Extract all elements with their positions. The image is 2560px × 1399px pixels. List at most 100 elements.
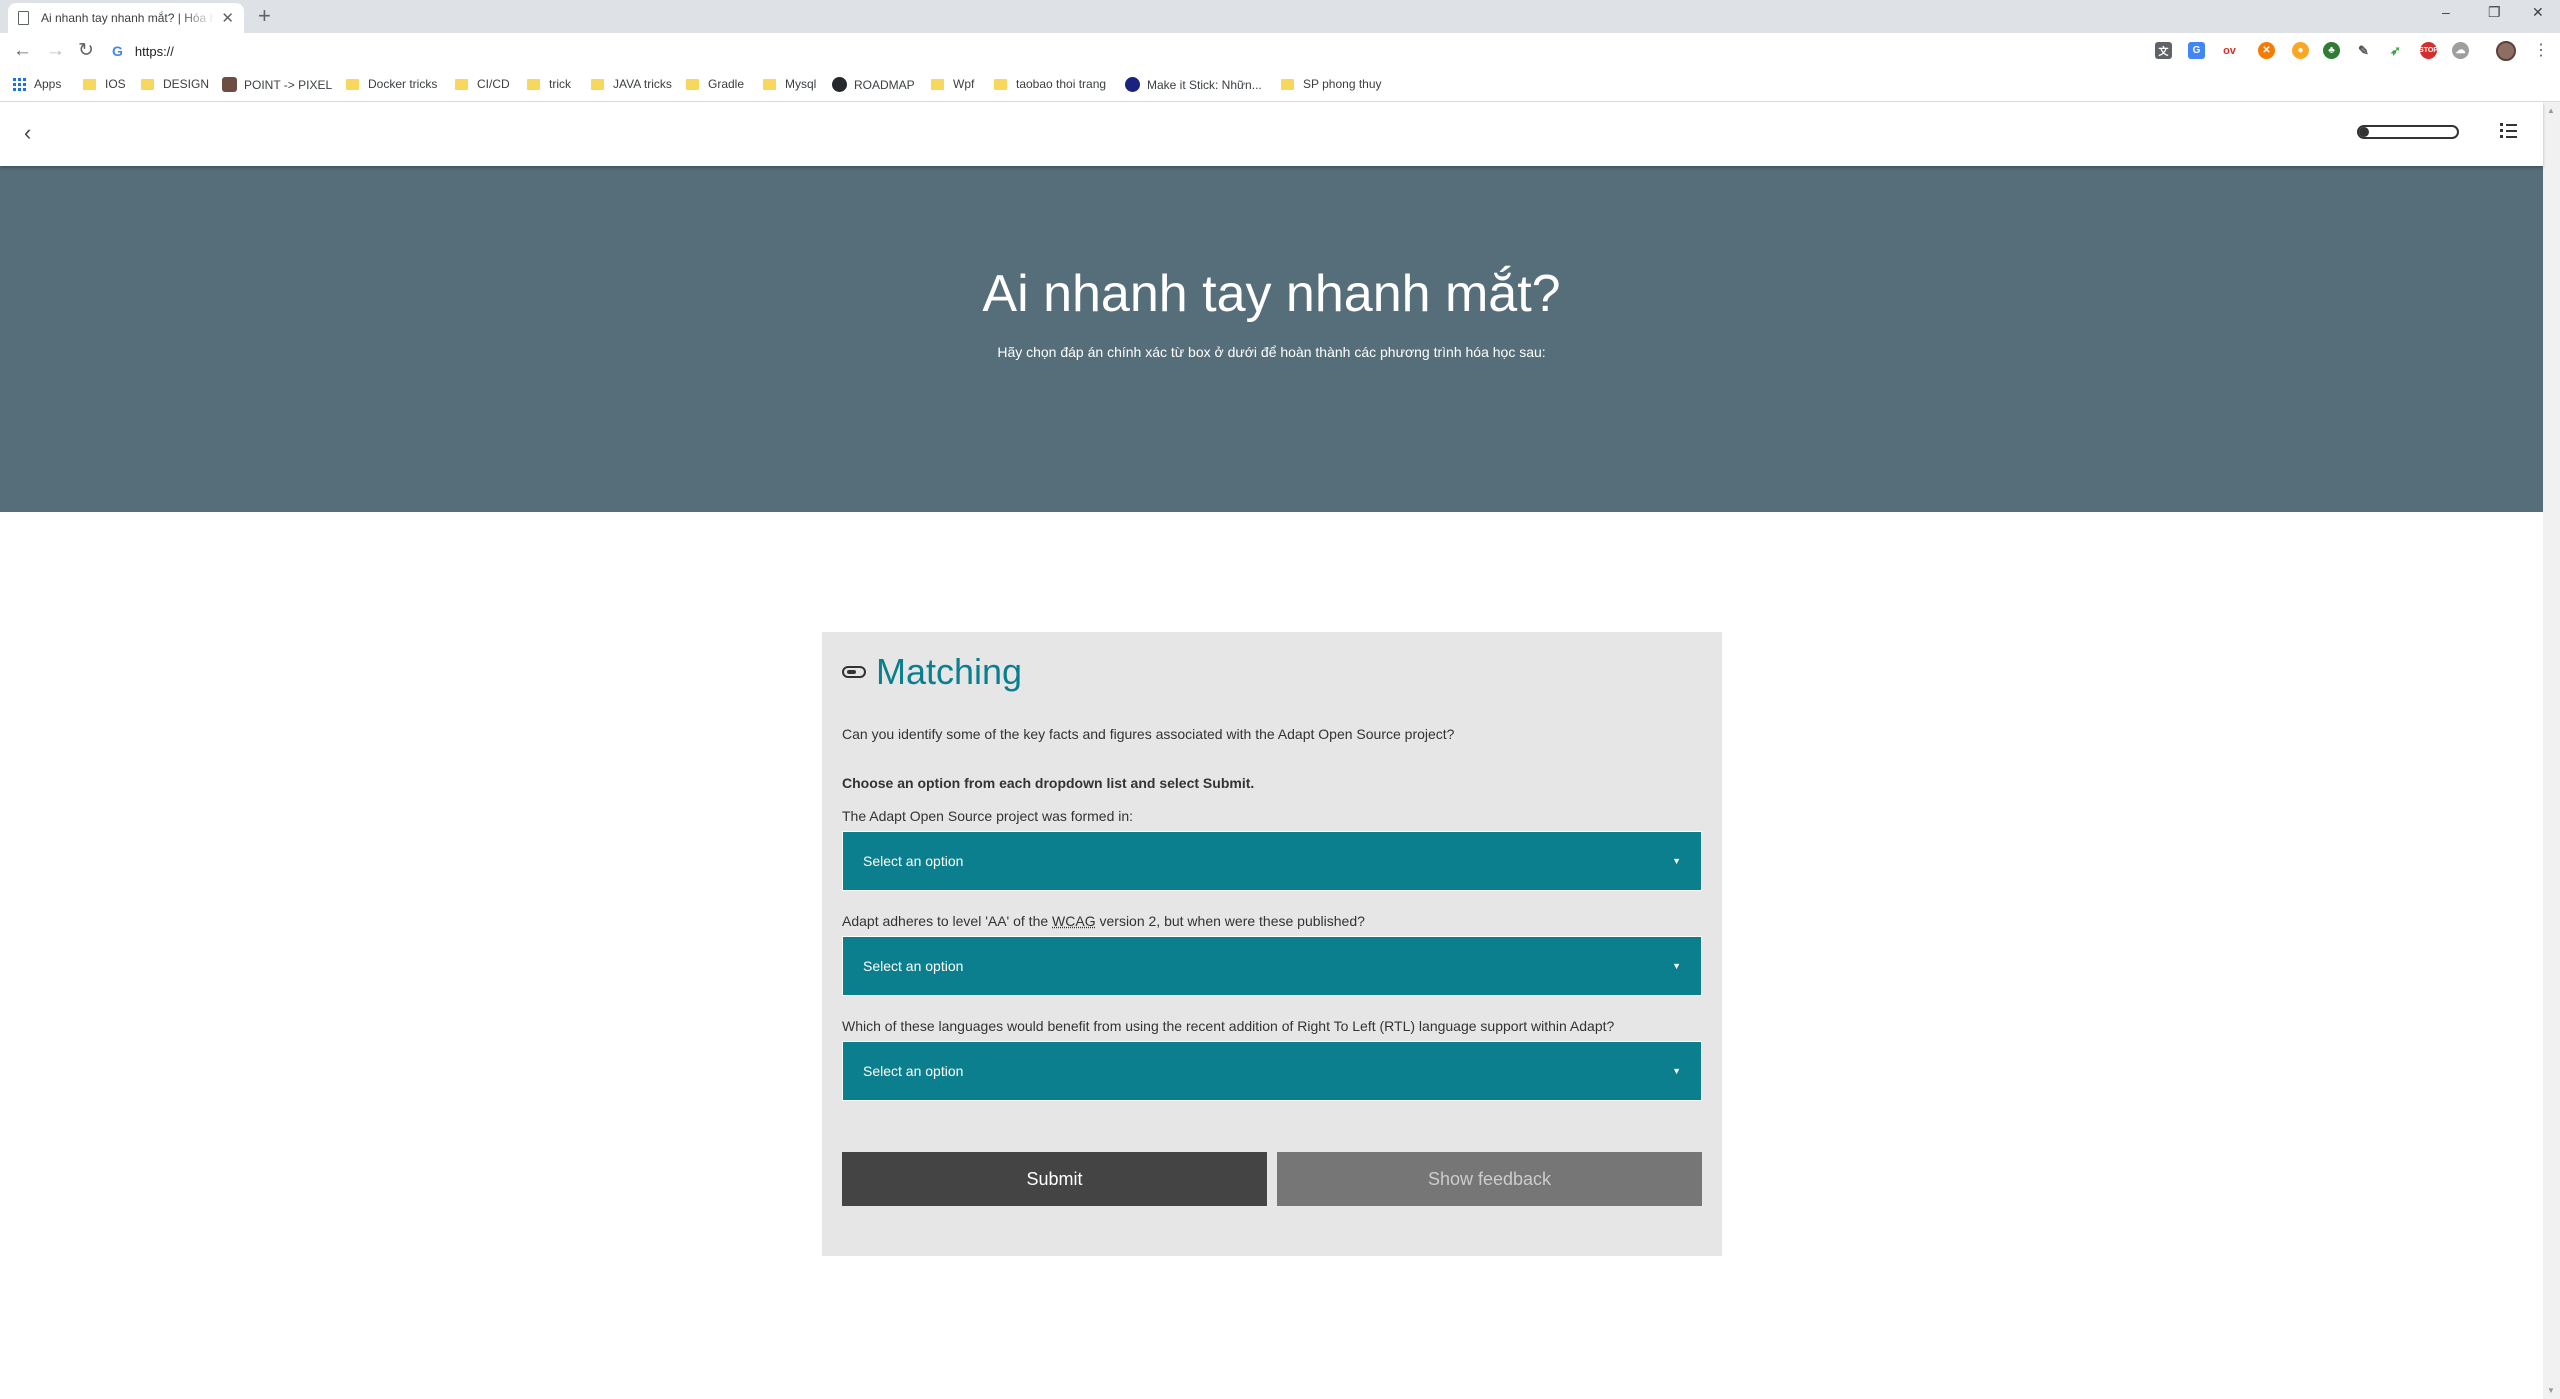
folder-icon	[931, 78, 944, 90]
folder-icon	[83, 78, 96, 90]
back-chevron-icon[interactable]: ‹	[24, 121, 31, 145]
page-icon	[18, 11, 29, 25]
menu-list-icon[interactable]	[2500, 123, 2518, 141]
browser-menu-icon[interactable]: ⋮	[2533, 40, 2549, 60]
bookmark-mysql[interactable]: Mysql	[763, 77, 816, 91]
bookmark-label: Gradle	[708, 77, 745, 91]
dictionary-extension-icon[interactable]: G	[2188, 42, 2205, 59]
bookmark-apps[interactable]: Apps	[13, 77, 61, 91]
bookmark-trick[interactable]: trick	[527, 77, 571, 91]
site-favicon-icon	[1125, 77, 1140, 92]
item-prompt-2: Adapt adheres to level 'AA' of the WCAG …	[842, 913, 1365, 929]
bookmark-label: SP phong thuy	[1303, 77, 1382, 91]
bookmark-label: trick	[549, 77, 571, 91]
close-tab-icon[interactable]: ✕	[221, 11, 234, 26]
question-title: Matching	[876, 651, 1023, 692]
back-arrow-icon[interactable]: ←	[13, 41, 32, 61]
matching-question-card: Matching Can you identify some of the ke…	[822, 632, 1722, 1256]
bookmark-label: Wpf	[953, 77, 975, 91]
prompt-text: Adapt adheres to level 'AA' of the	[842, 913, 1053, 929]
github-icon	[832, 77, 847, 92]
answer-select-1[interactable]: Select an option ▼	[842, 831, 1702, 891]
bookmark-sp-phong-thuy[interactable]: SP phong thuy	[1281, 77, 1382, 91]
cloud-extension-icon[interactable]: ☁	[2452, 42, 2469, 59]
question-header: Matching	[842, 651, 1022, 693]
bookmark-label: CI/CD	[477, 77, 510, 91]
google-icon: G	[112, 43, 123, 59]
bookmark-label: Apps	[34, 77, 62, 91]
bookmark-label: JAVA tricks	[613, 77, 672, 91]
bookmark-gradle[interactable]: Gradle	[686, 77, 744, 91]
folder-icon	[763, 78, 776, 90]
bookmark-roadmap[interactable]: ROADMAP	[832, 77, 915, 92]
hero-banner: Ai nhanh tay nhanh mắt? Hãy chọn đáp án …	[0, 166, 2543, 512]
bookmark-design[interactable]: DESIGN	[141, 77, 209, 91]
apps-grid-icon	[13, 77, 26, 91]
reload-icon[interactable]: ↻	[78, 41, 94, 61]
ov-extension-icon[interactable]: ov	[2221, 42, 2238, 59]
address-bar[interactable]: G https://	[112, 37, 2172, 65]
scroll-up-arrow-icon[interactable]: ▲	[2547, 106, 2555, 115]
new-tab-button[interactable]: +	[258, 5, 271, 27]
bookmark-docker-tricks[interactable]: Docker tricks	[346, 77, 437, 91]
url-text: https://	[134, 43, 174, 59]
minimize-window-button[interactable]: –	[2442, 4, 2450, 20]
profile-avatar[interactable]	[2496, 41, 2516, 61]
restore-window-button[interactable]: ❐	[2488, 4, 2501, 21]
browser-toolbar: ← → ↻ G https:// 文 G ov ✕ ● ♣ ✎ ➶ STOP ☁…	[0, 33, 2560, 71]
bookmark-label: Mysql	[785, 77, 817, 91]
matching-component-icon	[842, 666, 866, 678]
browser-tabstrip: Ai nhanh tay nhanh mắt? | Hóa h ✕ + – ❐ …	[0, 0, 2560, 33]
select-value: Select an option	[863, 1063, 964, 1079]
bookmark-label: taobao thoi trang	[1016, 77, 1107, 91]
item-prompt-3: Which of these languages would benefit f…	[842, 1018, 1615, 1034]
page-progress-bar	[2357, 125, 2459, 139]
bookmark-label: ROADMAP	[854, 77, 915, 92]
bookmark-make-it-stick[interactable]: Make it Stick: Nhữn...	[1125, 77, 1262, 92]
question-instruction: Choose an option from each dropdown list…	[842, 775, 1255, 791]
folder-icon	[346, 78, 359, 90]
select-value: Select an option	[863, 853, 964, 869]
bookmark-cicd[interactable]: CI/CD	[455, 77, 510, 91]
question-body: Can you identify some of the key facts a…	[842, 726, 1455, 742]
page-title: Ai nhanh tay nhanh mắt?	[982, 265, 1561, 323]
close-window-button[interactable]: ✕	[2532, 4, 2544, 21]
folder-icon	[455, 78, 468, 90]
adblock-stop-icon[interactable]: STOP	[2419, 42, 2438, 59]
orange-extension-icon[interactable]: ✕	[2258, 42, 2275, 59]
folder-icon	[141, 78, 154, 90]
caret-down-icon: ▼	[1672, 856, 1681, 866]
forward-arrow-icon[interactable]: →	[46, 41, 65, 61]
caret-down-icon: ▼	[1672, 961, 1681, 971]
pumpkin-extension-icon[interactable]: ●	[2292, 42, 2309, 59]
translate-icon[interactable]: 文	[2155, 42, 2172, 59]
folder-icon	[591, 78, 604, 90]
answer-select-3[interactable]: Select an option ▼	[842, 1041, 1702, 1101]
page-scrollbar[interactable]: ▲ ▼	[2543, 102, 2560, 1399]
folder-icon	[686, 78, 699, 90]
prompt-text: version 2, but when were these published…	[1095, 913, 1365, 929]
bookmark-point-pixel[interactable]: POINT -> PIXEL	[222, 77, 332, 92]
bookmark-ios[interactable]: IOS	[83, 77, 126, 91]
select-value: Select an option	[863, 958, 964, 974]
browser-tab[interactable]: Ai nhanh tay nhanh mắt? | Hóa h ✕	[8, 3, 244, 33]
course-navigation-bar: ‹	[0, 102, 2543, 166]
caret-down-icon: ▼	[1672, 1066, 1681, 1076]
folder-icon	[1281, 78, 1294, 90]
answer-select-2[interactable]: Select an option ▼	[842, 936, 1702, 996]
scroll-down-arrow-icon[interactable]: ▼	[2547, 1386, 2555, 1395]
bookmark-taobao[interactable]: taobao thoi trang	[994, 77, 1106, 91]
show-feedback-button[interactable]: Show feedback	[1277, 1152, 1702, 1206]
bookmark-java-tricks[interactable]: JAVA tricks	[591, 77, 672, 91]
bookmark-label: Make it Stick: Nhữn...	[1147, 77, 1262, 92]
tree-extension-icon[interactable]: ♣	[2323, 42, 2340, 59]
submit-button[interactable]: Submit	[842, 1152, 1267, 1206]
folder-icon	[527, 78, 540, 90]
rocket-extension-icon[interactable]: ➶	[2387, 42, 2404, 59]
site-favicon-icon	[222, 77, 237, 92]
wcag-abbreviation[interactable]: WCAG	[1052, 913, 1096, 929]
tab-title: Ai nhanh tay nhanh mắt? | Hóa h	[41, 11, 216, 25]
eyedropper-extension-icon[interactable]: ✎	[2355, 42, 2372, 59]
bookmark-label: POINT -> PIXEL	[244, 77, 333, 92]
bookmark-wpf[interactable]: Wpf	[931, 77, 974, 91]
